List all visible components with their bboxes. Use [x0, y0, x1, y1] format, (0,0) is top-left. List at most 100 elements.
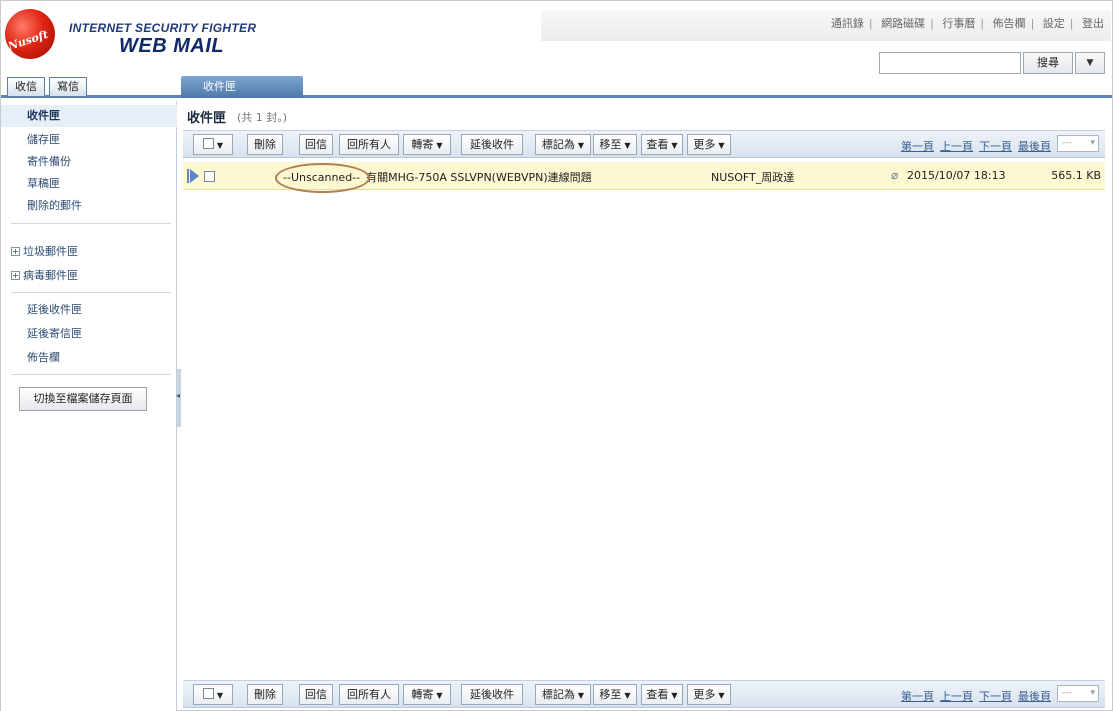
caret-down-icon: ▼: [436, 691, 443, 700]
caret-down-icon: ▼: [216, 141, 224, 150]
reply-all-button[interactable]: 回所有人: [339, 684, 399, 705]
top-links: 通訊錄 | 網路磁碟 | 行事曆 | 佈告欄 | 設定 | 登出: [830, 17, 1104, 30]
unread-arrow-icon: [187, 169, 199, 183]
checkbox-icon: [202, 138, 214, 149]
pager-first[interactable]: 第一頁: [901, 140, 934, 153]
more-button[interactable]: 更多 ▼: [687, 684, 731, 705]
top-link-settings[interactable]: 設定: [1043, 17, 1065, 30]
unscanned-tag: --Unscanned--: [274, 163, 371, 193]
delay-receive-button[interactable]: 延後收件: [461, 684, 523, 705]
compose-button[interactable]: 寫信: [49, 77, 87, 97]
caret-down-icon: ▼: [718, 141, 725, 150]
caret-down-icon: ▼: [436, 141, 443, 150]
caret-down-icon: ▾: [1090, 138, 1095, 148]
top-link-calendar[interactable]: 行事曆: [942, 17, 975, 30]
select-all-checkbox[interactable]: ▼: [193, 684, 233, 705]
pager-next[interactable]: 下一頁: [979, 140, 1012, 153]
forward-button[interactable]: 轉寄 ▼: [403, 684, 451, 705]
caret-down-icon: ▼: [216, 691, 224, 700]
brand-line-2: WEB MAIL: [119, 35, 225, 57]
top-link-contacts[interactable]: 通訊錄: [831, 17, 864, 30]
receive-mail-button[interactable]: 收信: [7, 77, 45, 97]
move-to-button[interactable]: 移至 ▼: [593, 134, 637, 155]
mark-as-button[interactable]: 標記為 ▼: [535, 134, 591, 155]
search-input[interactable]: [879, 52, 1021, 74]
sidebar-splitter[interactable]: [176, 369, 181, 427]
forward-button[interactable]: 轉寄 ▼: [403, 134, 451, 155]
move-to-button[interactable]: 移至 ▼: [593, 684, 637, 705]
switch-to-file-storage-button[interactable]: 切換至檔案儲存頁面: [19, 387, 147, 411]
sidebar-item-saved[interactable]: 儲存匣: [1, 129, 177, 151]
webmail-window: Nusoft INTERNET SECURITY FIGHTER WEB MAI…: [0, 0, 1113, 711]
sidebar-item-virus[interactable]: + 病毒郵件匣: [1, 265, 177, 287]
caret-down-icon: ▼: [718, 691, 725, 700]
pager: 第一頁 上一頁 下一頁 最後頁: [901, 138, 1057, 154]
sidebar-item-delayed-inbox[interactable]: 延後收件匣: [1, 299, 177, 321]
pager-first[interactable]: 第一頁: [901, 690, 934, 703]
top-link-bulletin[interactable]: 佈告欄: [993, 17, 1026, 30]
view-button[interactable]: 查看 ▼: [641, 684, 683, 705]
pager: 第一頁 上一頁 下一頁 最後頁: [901, 688, 1057, 704]
reply-all-button[interactable]: 回所有人: [339, 134, 399, 155]
checkbox-icon: [202, 688, 214, 699]
delete-button[interactable]: 刪除: [247, 684, 283, 705]
message-sender: NUSOFT_周政達: [711, 171, 795, 184]
caret-down-icon: ▼: [1086, 58, 1094, 68]
message-count: (共 1 封。): [237, 111, 288, 124]
brand-line-1: INTERNET SECURITY FIGHTER: [69, 21, 257, 35]
page-select[interactable]: --- ▾: [1057, 135, 1099, 152]
sidebar-item-deleted[interactable]: 刪除的郵件: [1, 195, 177, 217]
top-link-netdisk[interactable]: 網路磁碟: [881, 17, 925, 30]
delete-button[interactable]: 刪除: [247, 134, 283, 155]
mark-as-button[interactable]: 標記為 ▼: [535, 684, 591, 705]
pager-prev[interactable]: 上一頁: [940, 140, 973, 153]
pager-last[interactable]: 最後頁: [1018, 140, 1051, 153]
search-options-dropdown[interactable]: ▼: [1075, 52, 1105, 74]
message-subject[interactable]: --Unscanned-- 有關MHG-750A SSLVPN(WEBVPN)連線…: [274, 163, 592, 193]
view-button[interactable]: 查看 ▼: [641, 134, 683, 155]
attachment-icon: ⌀: [891, 168, 899, 182]
toolbar-top: ▼ 刪除 回信 回所有人 轉寄 ▼ 延後收件 標記為 ▼ 移至 ▼ 查看 ▼ 更多 ▼ 第…: [183, 130, 1105, 158]
sidebar-item-sent[interactable]: 寄件備份: [1, 151, 177, 173]
caret-down-icon: ▾: [1090, 688, 1095, 698]
message-date: 2015/10/07 18:13: [907, 169, 1006, 182]
delay-receive-button[interactable]: 延後收件: [461, 134, 523, 155]
sidebar-divider: [11, 374, 171, 375]
caret-down-icon: ▼: [624, 141, 631, 150]
sidebar-item-drafts[interactable]: 草稿匣: [1, 173, 177, 195]
expand-plus-icon[interactable]: +: [11, 271, 20, 280]
sidebar-divider: [11, 292, 171, 293]
sidebar: 收件匣 儲存匣 寄件備份 草稿匣 刪除的郵件 + 垃圾郵件匣 + 病毒郵件匣 延…: [1, 101, 177, 711]
pager-prev[interactable]: 上一頁: [940, 690, 973, 703]
pager-next[interactable]: 下一頁: [979, 690, 1012, 703]
sidebar-item-inbox[interactable]: 收件匣: [1, 105, 177, 127]
search-button[interactable]: 搜尋: [1023, 52, 1073, 74]
caret-down-icon: ▼: [671, 141, 678, 150]
caret-down-icon: ▼: [577, 691, 585, 700]
reply-button[interactable]: 回信: [299, 134, 333, 155]
table-row[interactable]: --Unscanned-- 有關MHG-750A SSLVPN(WEBVPN)連線…: [183, 162, 1105, 193]
sidebar-item-delayed-outbox[interactable]: 延後寄信匣: [1, 323, 177, 345]
sidebar-divider: [11, 223, 171, 224]
row-checkbox[interactable]: [204, 171, 215, 182]
reply-button[interactable]: 回信: [299, 684, 333, 705]
caret-down-icon: ▼: [577, 141, 585, 150]
header: Nusoft INTERNET SECURITY FIGHTER WEB MAI…: [1, 1, 1112, 75]
page-title: 收件匣: [187, 111, 227, 126]
more-button[interactable]: 更多 ▼: [687, 134, 731, 155]
message-size: 565.1 KB: [1051, 169, 1101, 182]
tab-inbox[interactable]: 收件匣: [181, 76, 303, 98]
expand-plus-icon[interactable]: +: [11, 247, 20, 256]
page-select[interactable]: --- ▾: [1057, 685, 1099, 702]
toolbar-bottom: ▼ 刪除 回信 回所有人 轉寄 ▼ 延後收件 標記為 ▼ 移至 ▼ 查看 ▼ 更多 ▼ 第…: [183, 680, 1105, 708]
top-link-logout[interactable]: 登出: [1082, 17, 1104, 30]
caret-down-icon: ▼: [671, 691, 678, 700]
sidebar-item-spam[interactable]: + 垃圾郵件匣: [1, 241, 177, 263]
nusoft-logo: Nusoft: [5, 9, 55, 59]
subject-text: 有關MHG-750A SSLVPN(WEBVPN)連線問題: [366, 171, 592, 184]
caret-down-icon: ▼: [624, 691, 631, 700]
pager-last[interactable]: 最後頁: [1018, 690, 1051, 703]
tab-strip: 收信 寫信 收件匣: [1, 75, 1112, 98]
sidebar-item-bulletin[interactable]: 佈告欄: [1, 347, 177, 369]
select-all-checkbox[interactable]: ▼: [193, 134, 233, 155]
